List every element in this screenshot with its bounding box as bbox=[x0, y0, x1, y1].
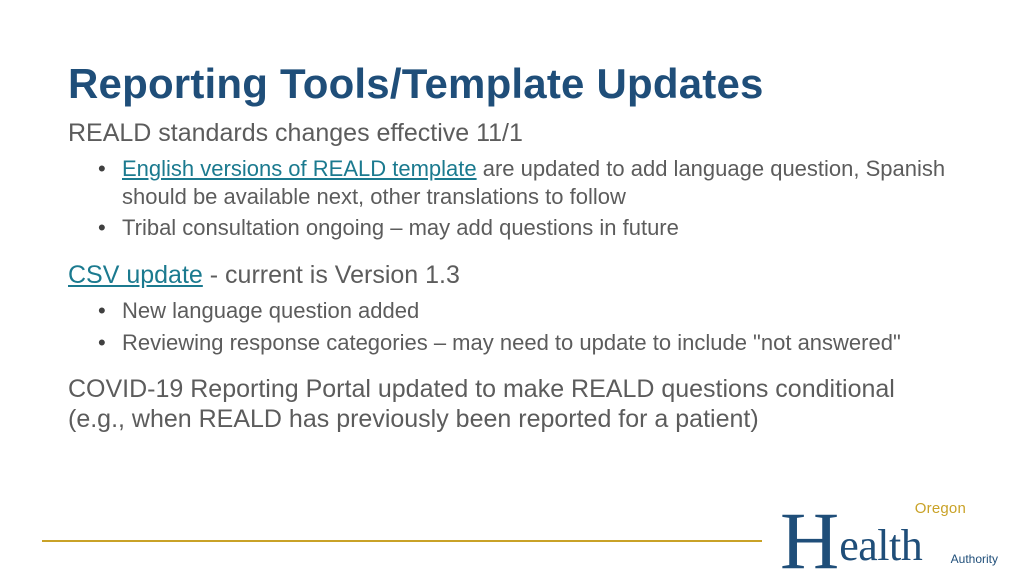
slide-body: REALD standards changes effective 11/1 E… bbox=[68, 118, 956, 434]
section2-lead-rest: - current is Version 1.3 bbox=[203, 261, 460, 289]
logo-top-text: Oregon bbox=[915, 500, 966, 517]
logo-sub-text: Authority bbox=[951, 552, 998, 566]
list-item: Reviewing response categories – may need… bbox=[68, 329, 956, 357]
oregon-health-authority-logo: Oregon Health Authority bbox=[780, 492, 1000, 570]
bullet-text: Reviewing response categories – may need… bbox=[122, 330, 901, 355]
section2-lead: CSV update - current is Version 1.3 bbox=[68, 260, 956, 291]
footer-divider bbox=[42, 540, 762, 542]
csv-update-link[interactable]: CSV update bbox=[68, 261, 203, 289]
reald-template-link[interactable]: English versions of REALD template bbox=[122, 156, 477, 181]
bullet-text: New language question added bbox=[122, 298, 419, 323]
bullet-text: Tribal consultation ongoing – may add qu… bbox=[122, 215, 679, 240]
slide: Reporting Tools/Template Updates REALD s… bbox=[0, 0, 1024, 576]
section2-bullets: New language question added Reviewing re… bbox=[68, 297, 956, 356]
list-item: New language question added bbox=[68, 297, 956, 325]
logo-letter-h: H bbox=[780, 500, 839, 576]
section3-para: COVID-19 Reporting Portal updated to mak… bbox=[68, 374, 956, 434]
logo-main-rest: ealth bbox=[839, 521, 922, 570]
slide-title: Reporting Tools/Template Updates bbox=[68, 60, 956, 108]
section1-lead: REALD standards changes effective 11/1 bbox=[68, 118, 956, 149]
list-item: Tribal consultation ongoing – may add qu… bbox=[68, 214, 956, 242]
section1-bullets: English versions of REALD template are u… bbox=[68, 155, 956, 242]
list-item: English versions of REALD template are u… bbox=[68, 155, 956, 210]
